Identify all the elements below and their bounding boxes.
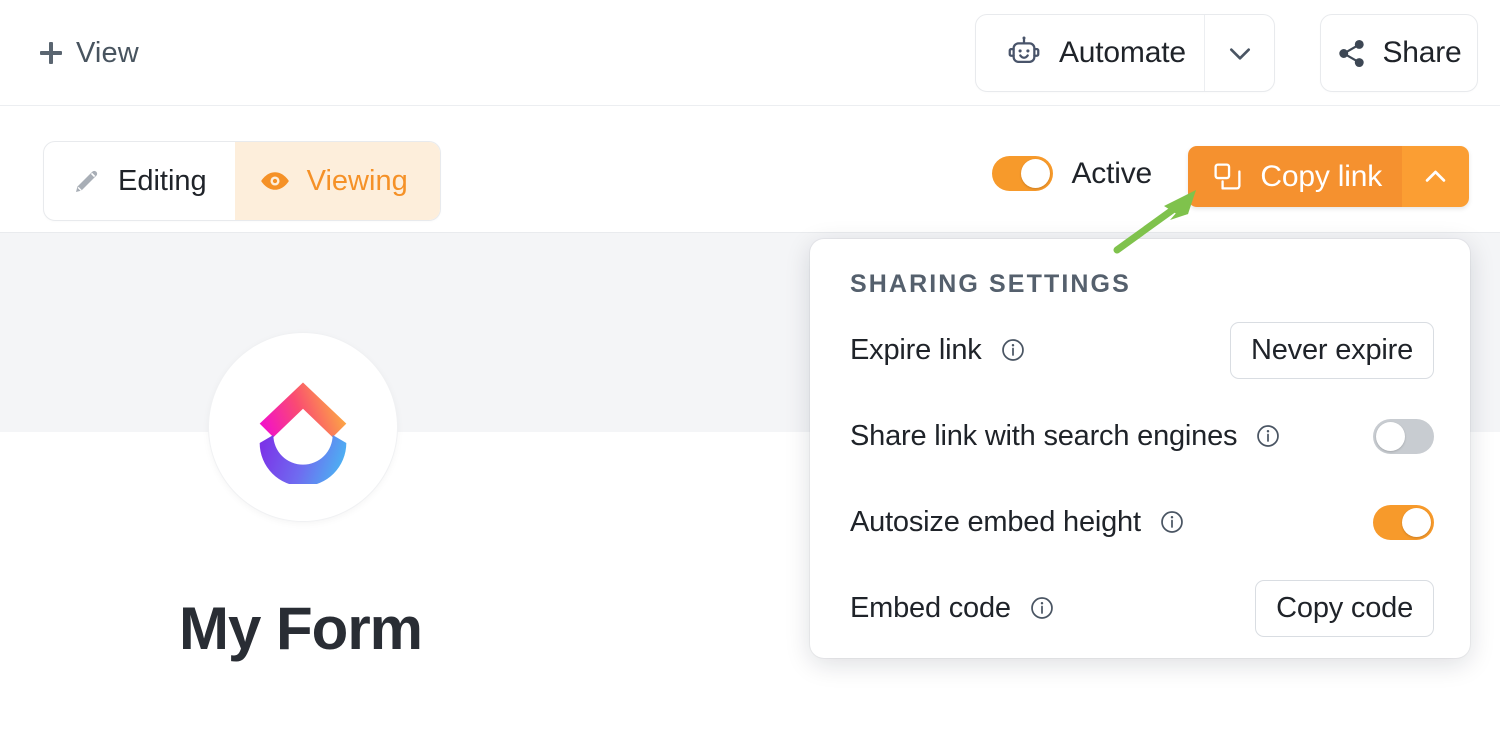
chevron-up-icon bbox=[1420, 161, 1451, 192]
toggle-knob bbox=[1376, 421, 1405, 451]
setting-label-expire-link: Expire link bbox=[850, 333, 982, 366]
mode-tab-editing-label: Editing bbox=[118, 164, 207, 197]
setting-row-expire-link: Expire link Never expire bbox=[850, 307, 1434, 393]
automate-dropdown-toggle[interactable] bbox=[1204, 15, 1274, 91]
setting-label-autosize-embed: Autosize embed height bbox=[850, 505, 1141, 538]
row-label-group: Expire link bbox=[850, 334, 1026, 367]
robot-icon bbox=[1006, 35, 1042, 71]
active-toggle[interactable] bbox=[991, 156, 1053, 191]
avatar bbox=[209, 333, 397, 521]
row-label-group: Embed code bbox=[850, 592, 1055, 625]
toggle-knob bbox=[1020, 159, 1050, 188]
mode-tab-viewing-label: Viewing bbox=[306, 164, 408, 197]
plus-icon bbox=[40, 42, 62, 64]
active-label: Active bbox=[1071, 156, 1153, 190]
setting-row-search-engines: Share link with search engines bbox=[850, 393, 1434, 479]
info-icon[interactable] bbox=[1029, 595, 1055, 621]
clickup-logo bbox=[246, 370, 360, 484]
copy-link-button[interactable]: Copy link bbox=[1188, 146, 1402, 207]
info-icon[interactable] bbox=[1000, 337, 1026, 363]
expire-link-value-label: Never expire bbox=[1251, 333, 1413, 366]
share-label: Share bbox=[1382, 36, 1462, 69]
add-view-button[interactable]: View bbox=[30, 28, 149, 78]
copy-link-button-group: Copy link bbox=[1188, 146, 1469, 207]
info-icon[interactable] bbox=[1159, 509, 1185, 535]
share-button[interactable]: Share bbox=[1320, 14, 1478, 92]
copy-code-button[interactable]: Copy code bbox=[1255, 579, 1434, 637]
copy-code-label: Copy code bbox=[1276, 591, 1413, 624]
expire-link-value-button[interactable]: Never expire bbox=[1230, 321, 1434, 379]
copy-link-label: Copy link bbox=[1260, 159, 1382, 193]
autosize-embed-toggle[interactable] bbox=[1373, 504, 1434, 540]
add-view-label: View bbox=[76, 36, 139, 69]
setting-label-search-engines: Share link with search engines bbox=[850, 419, 1238, 452]
setting-label-embed-code: Embed code bbox=[850, 591, 1011, 624]
toggle-knob bbox=[1402, 507, 1431, 537]
automate-button[interactable]: Automate bbox=[976, 15, 1204, 91]
row-label-group: Autosize embed height bbox=[850, 506, 1185, 539]
active-toggle-group: Active bbox=[991, 156, 1153, 191]
pencil-icon bbox=[72, 166, 102, 196]
page-title: My Form bbox=[179, 595, 423, 662]
copy-link-dropdown-toggle[interactable] bbox=[1402, 146, 1469, 207]
mode-switch: Editing Viewing bbox=[43, 141, 441, 221]
search-engines-toggle[interactable] bbox=[1373, 418, 1434, 454]
share-nodes-icon bbox=[1336, 38, 1367, 69]
top-toolbar: View Automate Share bbox=[0, 0, 1500, 106]
mode-tab-viewing[interactable]: Viewing bbox=[234, 142, 440, 220]
app-root: View Automate Share Editing Viewing Acti… bbox=[0, 0, 1500, 731]
automate-button-group: Automate bbox=[975, 14, 1275, 92]
chevron-down-icon bbox=[1224, 37, 1256, 69]
automate-label: Automate bbox=[1059, 36, 1186, 69]
setting-row-autosize-embed: Autosize embed height bbox=[850, 479, 1434, 565]
info-icon[interactable] bbox=[1255, 423, 1281, 449]
sharing-settings-title: SHARING SETTINGS bbox=[850, 270, 1131, 298]
copy-icon bbox=[1212, 161, 1243, 192]
sharing-settings-popup: SHARING SETTINGS Expire link Never expir… bbox=[810, 239, 1470, 658]
eye-icon bbox=[259, 165, 291, 197]
setting-row-embed-code: Embed code Copy code bbox=[850, 565, 1434, 651]
row-label-group: Share link with search engines bbox=[850, 420, 1281, 453]
mode-tab-editing[interactable]: Editing bbox=[44, 142, 235, 220]
